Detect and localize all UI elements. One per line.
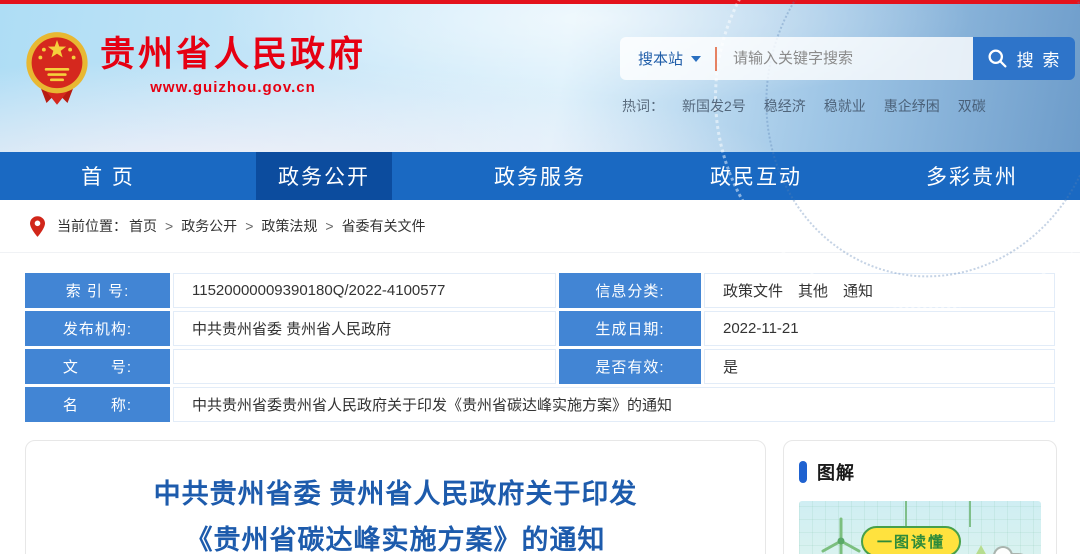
article-card: 中共贵州省委 贵州省人民政府关于印发 《贵州省碳达峰实施方案》的通知 — [25, 440, 766, 554]
breadcrumb-label: 当前位置： — [57, 216, 127, 236]
search-icon — [987, 48, 1008, 69]
meta-value-name: 中共贵州省委贵州省人民政府关于印发《贵州省碳达峰实施方案》的通知 — [173, 387, 1055, 422]
hotword-link[interactable]: 惠企纾困 — [884, 96, 940, 116]
nav-item-label: 首 页 — [59, 152, 157, 200]
chevron-down-icon — [691, 56, 701, 62]
sidebar-card: 图解 一图读懂 CO₂ — [783, 440, 1057, 554]
location-pin-icon — [30, 216, 45, 237]
nav-item-label: 政务服务 — [472, 152, 608, 200]
sidebar-heading: 图解 — [817, 459, 855, 485]
meta-value-index: 11520000009390180Q/2022-4100577 — [173, 273, 556, 308]
meta-label-category: 信息分类: — [559, 273, 701, 308]
meta-label-agency: 发布机构: — [25, 311, 170, 346]
meta-label-index: 索 引 号: — [25, 273, 170, 308]
site-header: 贵州省人民政府 www.guizhou.gov.cn 搜本站 搜 索 — [0, 0, 1080, 152]
national-emblem-icon — [22, 28, 92, 108]
search-scope-label: 搜本站 — [638, 48, 683, 69]
search-input[interactable] — [731, 49, 959, 68]
meta-label-date: 生成日期: — [559, 311, 701, 346]
meta-label-docnum: 文 号: — [25, 349, 170, 384]
infographic-thumbnail[interactable]: 一图读懂 CO₂ — [799, 501, 1041, 554]
meta-label-valid: 是否有效: — [559, 349, 701, 384]
section-marker-icon — [799, 461, 807, 483]
nav-item-label: 政务公开 — [256, 152, 392, 200]
article-title-line1: 中共贵州省委 贵州省人民政府关于印发 — [26, 471, 765, 517]
badge-string — [905, 501, 907, 527]
search-bar: 搜本站 搜 索 — [620, 37, 1075, 80]
search-button[interactable]: 搜 索 — [973, 37, 1075, 80]
hotword-link[interactable]: 双碳 — [958, 96, 986, 116]
breadcrumb-gov-info[interactable]: 政务公开 — [181, 216, 237, 236]
search-divider — [715, 47, 717, 71]
page: 贵州省人民政府 www.guizhou.gov.cn 搜本站 搜 索 — [0, 0, 1080, 554]
breadcrumb-separator: > — [245, 218, 253, 234]
nav-item-gov-services[interactable]: 政务服务 — [432, 152, 648, 200]
site-logo[interactable]: 贵州省人民政府 www.guizhou.gov.cn — [22, 28, 366, 108]
hotwords-row: 热词： 新国发2号 稳经济 稳就业 惠企纾困 双碳 — [622, 96, 986, 116]
search-button-label: 搜 索 — [1017, 46, 1062, 71]
hotwords-label: 热词： — [622, 96, 664, 116]
hotword-link[interactable]: 新国发2号 — [682, 96, 746, 116]
badge-string — [969, 501, 971, 527]
nav-item-gov-info[interactable]: 政务公开 — [216, 152, 432, 200]
breadcrumb-separator: > — [165, 218, 173, 234]
hotword-link[interactable]: 稳经济 — [764, 96, 806, 116]
breadcrumb-current: 省委有关文件 — [342, 216, 426, 236]
breadcrumb-policy[interactable]: 政策法规 — [261, 216, 317, 236]
article-title-line2: 《贵州省碳达峰实施方案》的通知 — [26, 517, 765, 554]
infographic-badge: 一图读懂 — [861, 526, 961, 554]
site-url: www.guizhou.gov.cn — [100, 79, 366, 96]
breadcrumb-separator: > — [325, 218, 333, 234]
hotword-link[interactable]: 稳就业 — [824, 96, 866, 116]
sidebar-heading-row: 图解 — [799, 459, 1041, 485]
meta-value-date: 2022-11-21 — [704, 311, 1055, 346]
search-scope-dropdown[interactable]: 搜本站 — [638, 48, 701, 69]
article-title: 中共贵州省委 贵州省人民政府关于印发 《贵州省碳达峰实施方案》的通知 — [26, 471, 765, 554]
nav-item-home[interactable]: 首 页 — [0, 152, 216, 200]
meta-value-docnum — [173, 349, 556, 384]
wind-turbine-icon — [821, 515, 861, 554]
search-field: 搜本站 — [620, 37, 973, 80]
meta-value-agency: 中共贵州省委 贵州省人民政府 — [173, 311, 556, 346]
meta-label-name: 名 称: — [25, 387, 170, 422]
content-row: 中共贵州省委 贵州省人民政府关于印发 《贵州省碳达峰实施方案》的通知 图解 — [25, 440, 1057, 554]
meta-value-valid: 是 — [704, 349, 1055, 384]
breadcrumb-home[interactable]: 首页 — [129, 216, 157, 236]
site-title[interactable]: 贵州省人民政府 — [100, 36, 366, 74]
